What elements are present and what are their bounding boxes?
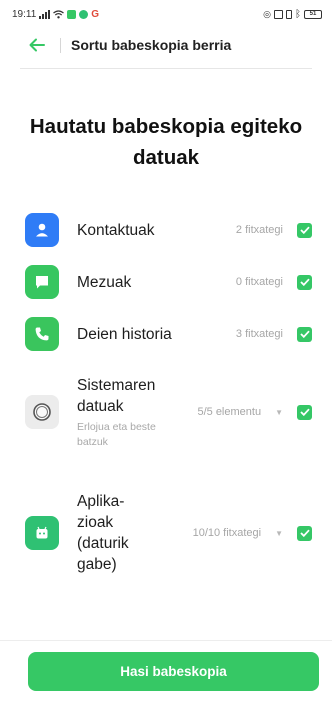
wifi-icon (53, 9, 65, 18)
status-right: ◎ ᛒ 51 (263, 9, 322, 20)
status-bar: 19:11 G ◎ ᛒ 51 (0, 0, 332, 28)
item-sublabel: Erlojua eta beste batzuk (77, 420, 156, 448)
messages-icon (25, 265, 59, 299)
checkbox-checked-icon[interactable] (297, 274, 312, 290)
dropdown-caret-icon[interactable]: ▼ (275, 529, 283, 538)
page-title: Sortu babeskopia berria (71, 37, 232, 53)
apps-icon (25, 516, 59, 550)
list-item-contacts[interactable]: Kontaktuak 2 fitxategi (0, 205, 332, 255)
item-label: Aplika-zioak (daturik gabe) (77, 493, 129, 573)
header-divider (20, 68, 312, 69)
system-icon (25, 395, 59, 429)
alarm-icon: ◎ (263, 8, 271, 19)
item-text: Kontaktuak (77, 220, 236, 241)
item-count: 3 fitxategi (235, 328, 283, 340)
dropdown-caret-icon[interactable]: ▼ (275, 408, 283, 417)
list-item-call-history[interactable]: Deien historia 3 fitxategi (0, 309, 332, 359)
list-item-messages[interactable]: Mezuak 0 fitxategi (0, 257, 332, 307)
start-backup-button[interactable]: Hasi babeskopia (28, 652, 319, 691)
backup-items-list: Kontaktuak 2 fitxategi Mezuak 0 fitxateg… (0, 205, 332, 581)
item-label: Mezuak (77, 273, 132, 291)
item-label: Deien historia (77, 325, 172, 343)
footer-divider (0, 640, 332, 641)
checkbox-checked-icon[interactable] (297, 404, 312, 420)
notification-icon (79, 9, 89, 19)
contacts-icon (25, 213, 59, 247)
item-text: Sistemaren datuak Erlojua eta beste batz… (77, 375, 197, 450)
section-heading: Hautatu babeskopia egiteko datuak (29, 115, 303, 169)
checkbox-checked-icon[interactable] (297, 222, 312, 238)
phone-icon (25, 317, 59, 351)
app-bar: Sortu babeskopia berria (0, 28, 332, 62)
list-item-system-data[interactable]: Sistemaren datuak Erlojua eta beste batz… (0, 367, 332, 457)
nfc-icon (274, 9, 283, 19)
notification-icon (67, 9, 77, 19)
vibrate-icon (286, 9, 292, 19)
item-text: Aplika-zioak (daturik gabe) (77, 491, 193, 575)
list-item-applications[interactable]: Aplika-zioak (daturik gabe) 10/10 fitxat… (0, 485, 332, 581)
battery-icon: 51 (304, 9, 322, 19)
item-label: Sistemaren datuak (77, 376, 156, 415)
checkbox-checked-icon[interactable] (297, 525, 312, 541)
status-time: 19:11 (12, 8, 37, 20)
checkbox-checked-icon[interactable] (297, 326, 312, 342)
item-count: 2 fitxategi (235, 224, 283, 236)
item-text: Mezuak (77, 272, 236, 293)
item-count: 10/10 fitxategi (192, 527, 262, 539)
status-left: 19:11 G (12, 9, 99, 20)
bluetooth-icon: ᛒ (295, 8, 301, 20)
item-label: Kontaktuak (77, 221, 155, 239)
notification-icon: G (91, 8, 100, 20)
item-text: Deien historia (77, 324, 236, 345)
item-count: 0 fitxategi (235, 276, 283, 288)
app-bar-divider (60, 37, 61, 53)
item-count: 5/5 elementu (197, 406, 262, 418)
back-arrow-icon[interactable] (26, 34, 48, 56)
signal-icon (39, 9, 51, 19)
